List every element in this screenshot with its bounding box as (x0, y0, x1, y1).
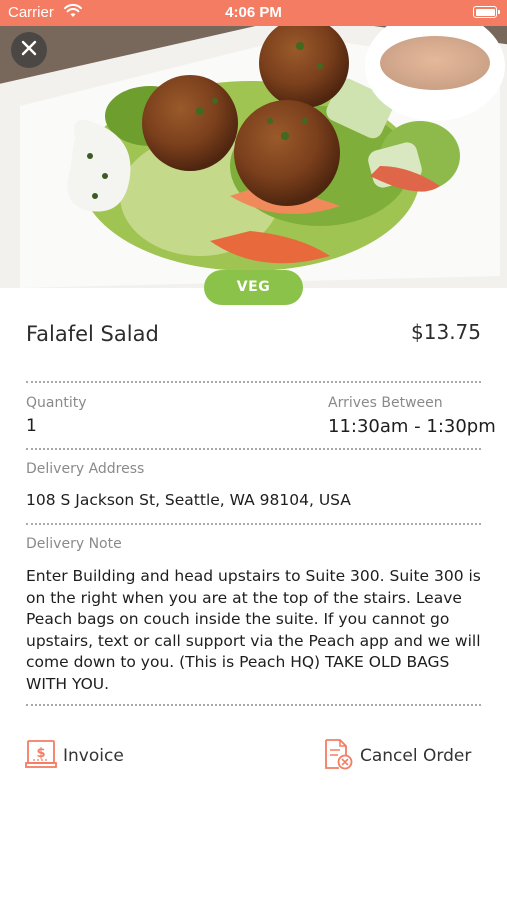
divider (26, 704, 481, 706)
item-price: $13.75 (411, 320, 481, 344)
status-bar: Carrier 4:06 PM (0, 0, 507, 26)
invoice-label: Invoice (63, 746, 124, 766)
quantity-label: Quantity (26, 395, 87, 411)
clock: 4:06 PM (225, 4, 282, 21)
item-header: Falafel Salad $13.75 (26, 320, 481, 352)
divider (26, 381, 481, 383)
cancel-order-button[interactable]: Cancel Order (322, 738, 471, 774)
arrives-between-value: 11:30am - 1:30pm (328, 416, 496, 437)
food-photo (0, 26, 507, 288)
veg-badge: VEG (204, 270, 303, 305)
divider (26, 523, 481, 525)
delivery-address-value: 108 S Jackson St, Seattle, WA 98104, USA (26, 491, 351, 509)
invoice-button[interactable]: $ Invoice (25, 738, 124, 774)
arrives-between-label: Arrives Between (328, 395, 443, 411)
cancel-order-icon (322, 738, 354, 774)
battery-icon (473, 6, 500, 18)
delivery-note-label: Delivery Note (26, 536, 122, 552)
item-name: Falafel Salad (26, 322, 159, 346)
quantity-value: 1 (26, 416, 37, 436)
close-icon (20, 39, 38, 61)
close-button[interactable] (11, 32, 47, 68)
cancel-order-label: Cancel Order (360, 746, 472, 766)
divider (26, 448, 481, 450)
svg-text:$: $ (36, 746, 45, 761)
invoice-icon: $ (25, 738, 57, 774)
delivery-address-label: Delivery Address (26, 461, 145, 477)
delivery-note-text: Enter Building and head upstairs to Suit… (26, 567, 481, 693)
